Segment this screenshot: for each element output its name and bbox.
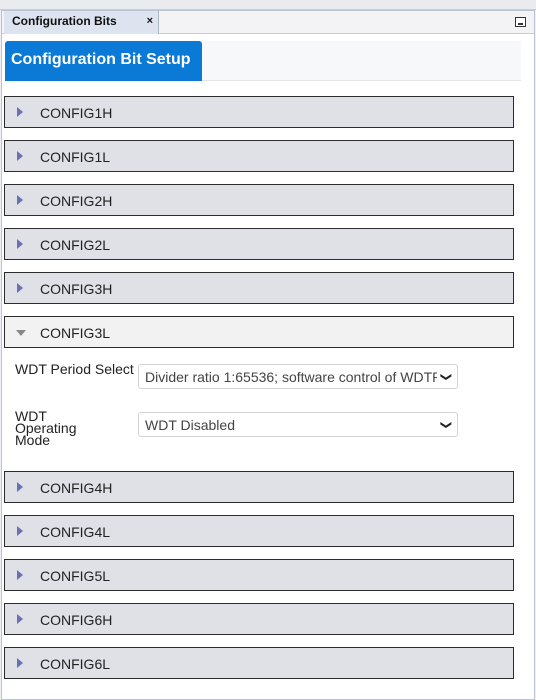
caret-right-icon — [17, 239, 23, 249]
section-header-config3l[interactable]: CONFIG3L — [4, 316, 514, 348]
close-icon[interactable]: × — [147, 15, 153, 27]
section-label: CONFIG2L — [40, 237, 111, 253]
section-header-config2h[interactable]: CONFIG2H — [4, 184, 514, 216]
wdt-operating-mode-label: WDT Operating Mode — [15, 408, 77, 448]
subtab-bar: Configuration Bit Setup — [5, 41, 521, 81]
section-label: CONFIG4L — [40, 524, 111, 540]
minimize-icon[interactable] — [515, 17, 526, 27]
section-header-config5l[interactable]: CONFIG5L — [4, 559, 514, 591]
section-header-config2l[interactable]: CONFIG2L — [4, 228, 514, 260]
tab-configuration-bit-setup[interactable]: Configuration Bit Setup — [5, 41, 202, 81]
section-label: CONFIG3H — [40, 281, 113, 297]
section-header-config4l[interactable]: CONFIG4L — [4, 515, 514, 547]
caret-right-icon — [17, 151, 23, 161]
top-strip — [0, 0, 536, 10]
wdt-operating-mode-value: WDT Disabled — [145, 417, 235, 433]
caret-right-icon — [17, 526, 23, 536]
section-header-config1l[interactable]: CONFIG1L — [4, 140, 514, 172]
caret-right-icon — [17, 658, 23, 668]
editor-tab-bar: Configuration Bits × — [1, 10, 535, 34]
section-label: CONFIG5L — [40, 568, 111, 584]
chevron-down-icon: ❯ — [437, 369, 453, 385]
tab-configuration-bits[interactable]: Configuration Bits × — [4, 11, 159, 34]
caret-down-icon — [16, 330, 26, 336]
caret-right-icon — [17, 614, 23, 624]
section-label: CONFIG6L — [40, 656, 111, 672]
tab-title: Configuration Bits — [12, 14, 117, 28]
section-label: CONFIG2H — [40, 193, 113, 209]
section-label: CONFIG4H — [40, 480, 113, 496]
caret-right-icon — [17, 195, 23, 205]
caret-right-icon — [17, 482, 23, 492]
caret-right-icon — [17, 570, 23, 580]
section-header-config4h[interactable]: CONFIG4H — [4, 471, 514, 503]
wdt-period-select-label: WDT Period Select — [15, 361, 134, 377]
section-header-config1h[interactable]: CONFIG1H — [4, 96, 514, 128]
section-label: CONFIG1L — [40, 149, 111, 165]
chevron-down-icon: ❯ — [437, 417, 453, 433]
wdt-operating-mode-dropdown[interactable]: WDT Disabled ❯ — [138, 412, 458, 437]
section-label: CONFIG1H — [40, 105, 113, 121]
caret-right-icon — [17, 107, 23, 117]
section-header-config6h[interactable]: CONFIG6H — [4, 603, 514, 635]
section-label: CONFIG6H — [40, 612, 113, 628]
wdt-period-select-value: Divider ratio 1:65536; software control … — [145, 369, 451, 385]
section-header-config3h[interactable]: CONFIG3H — [4, 272, 514, 304]
wdt-period-select-dropdown[interactable]: Divider ratio 1:65536; software control … — [138, 364, 458, 389]
caret-right-icon — [17, 283, 23, 293]
section-header-config6l[interactable]: CONFIG6L — [4, 647, 514, 679]
section-label: CONFIG3L — [40, 325, 111, 341]
